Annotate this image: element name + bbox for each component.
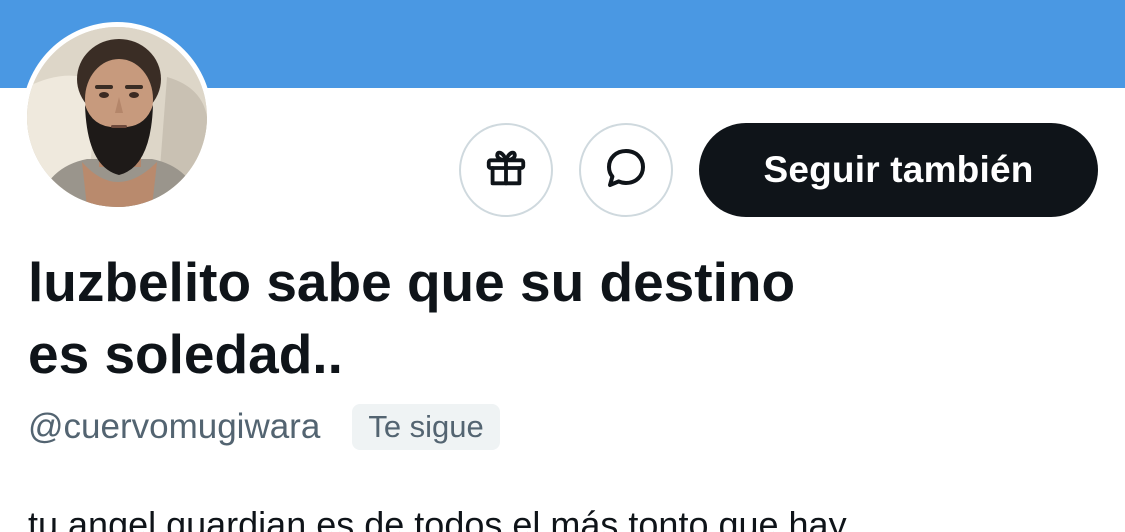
follows-you-badge: Te sigue (352, 404, 500, 450)
profile-page: Seguir también luzbelito sabe que su des… (0, 0, 1125, 532)
avatar[interactable] (22, 22, 212, 212)
message-icon (602, 144, 650, 197)
avatar-photo (27, 27, 207, 207)
gift-icon (483, 145, 529, 196)
gift-button[interactable] (459, 123, 553, 217)
display-name-line-1: luzbelito sabe que su destino (28, 251, 796, 313)
handle-row: @cuervomugiwara Te sigue (28, 404, 500, 450)
profile-bio: tu angel guardian es de todos el más ton… (28, 504, 847, 532)
follow-back-button[interactable]: Seguir también (699, 123, 1098, 217)
user-handle: @cuervomugiwara (28, 407, 321, 446)
display-name-line-2: es soledad.. (28, 323, 343, 385)
display-name: luzbelito sabe que su destino es soledad… (28, 246, 1028, 390)
message-button[interactable] (579, 123, 673, 217)
